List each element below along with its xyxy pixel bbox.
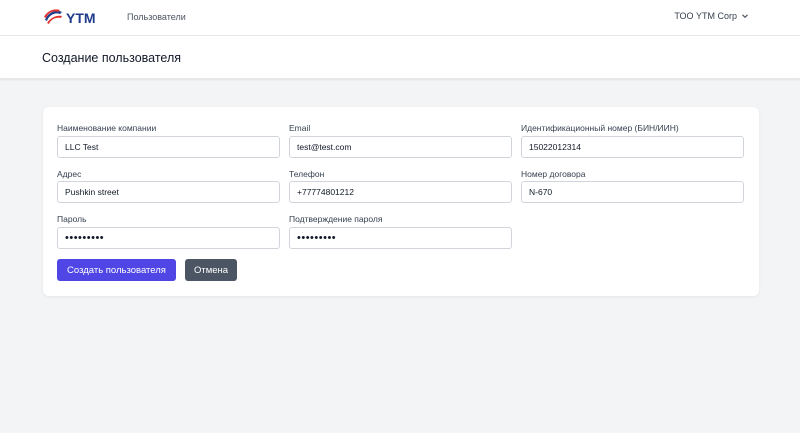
account-name: ТОО YTM Corp [674,11,737,21]
company-name-label: Наименование компании [57,123,156,133]
company-name-input[interactable] [57,136,280,158]
email-label: Email [289,123,310,133]
create-user-button[interactable]: Создать пользователя [57,259,176,281]
cancel-button[interactable]: Отмена [185,259,237,281]
password-label: Пароль [57,214,87,224]
password-input[interactable] [57,227,280,249]
id-number-input[interactable] [521,136,744,158]
logo-text: YTM [66,10,96,26]
ytm-logo[interactable]: YTM [42,6,104,28]
id-number-label: Идентификационный номер (БИН/ИИН) [521,123,679,133]
contract-number-label: Номер договора [521,169,585,179]
top-navbar: YTM Пользователи ТОО YTM Corp [0,0,800,36]
nav-link-users[interactable]: Пользователи [127,12,186,22]
email-input[interactable] [289,136,512,158]
page-header: Создание пользователя [0,36,800,79]
page-title: Создание пользователя [42,51,181,65]
address-input[interactable] [57,181,280,203]
password-confirm-input[interactable] [289,227,512,249]
chevron-down-icon [741,12,749,20]
user-form-card: Наименование компании Email Идентификаци… [43,107,759,296]
password-confirm-label: Подтверждение пароля [289,214,382,224]
phone-label: Телефон [289,169,324,179]
account-dropdown[interactable]: ТОО YTM Corp [674,11,749,21]
contract-number-input[interactable] [521,181,744,203]
phone-input[interactable] [289,181,512,203]
address-label: Адрес [57,169,81,179]
